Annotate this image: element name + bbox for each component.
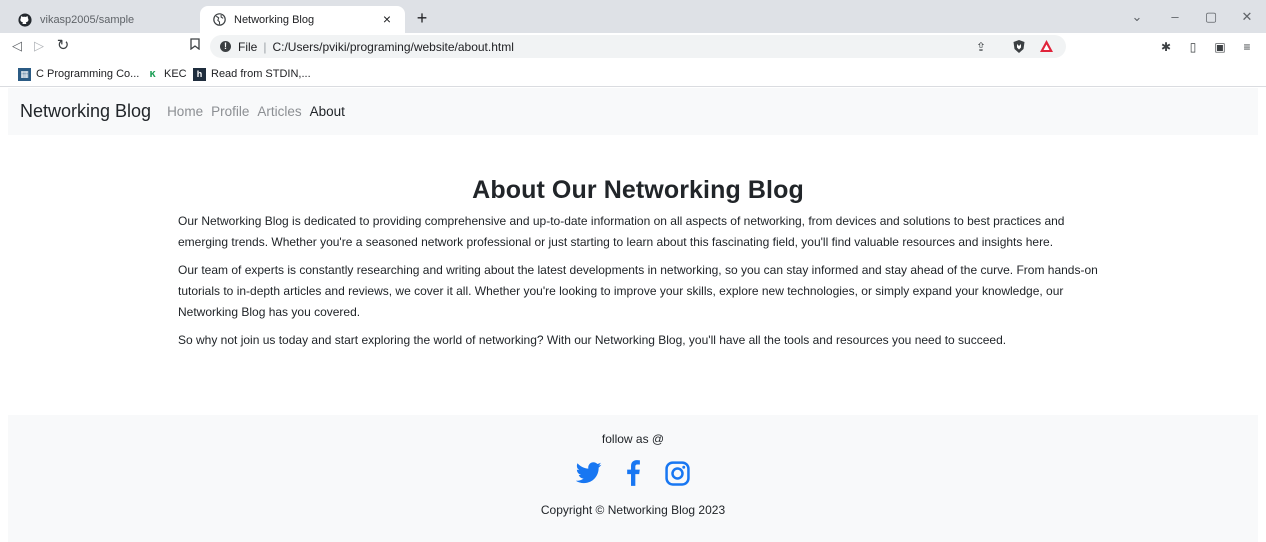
bookmark-site-icon: ▦ bbox=[18, 67, 31, 81]
social-links bbox=[8, 459, 1258, 487]
bookmark-kec[interactable]: ĸ KEC bbox=[146, 66, 187, 82]
instagram-icon[interactable] bbox=[664, 459, 690, 487]
globe-icon bbox=[212, 13, 226, 27]
twitter-icon[interactable] bbox=[576, 459, 602, 487]
tab-title: vikasp2005/sample bbox=[40, 13, 135, 26]
nav-about[interactable]: About bbox=[310, 104, 345, 119]
nav-home[interactable]: Home bbox=[167, 104, 203, 119]
about-section: About Our Networking Blog Our Networking… bbox=[178, 176, 1098, 358]
close-window-icon[interactable]: ✕ bbox=[1237, 8, 1257, 26]
bookmark-c-programming[interactable]: ▦ C Programming Co... bbox=[18, 66, 139, 82]
restore-icon[interactable]: ▢ bbox=[1201, 8, 1221, 26]
nav-articles[interactable]: Articles bbox=[257, 104, 301, 119]
address-separator: | bbox=[263, 39, 267, 54]
nav-profile[interactable]: Profile bbox=[211, 104, 249, 119]
page-title: About Our Networking Blog bbox=[472, 176, 804, 204]
brave-shield-icon[interactable] bbox=[1011, 39, 1027, 55]
browser-toolbar: ◁ ▷ ↻ ! File | C:/Users/pviki/programing… bbox=[0, 33, 1266, 60]
wallet-icon[interactable]: ▣ bbox=[1212, 39, 1228, 55]
tab-search-icon[interactable]: ⌄ bbox=[1127, 8, 1147, 26]
bookmark-label: C Programming Co... bbox=[36, 68, 140, 80]
reload-icon[interactable]: ↻ bbox=[54, 37, 72, 55]
address-url: C:/Users/pviki/programing/website/about.… bbox=[272, 39, 514, 54]
brave-rewards-icon[interactable] bbox=[1038, 39, 1054, 55]
site-brand[interactable]: Networking Blog bbox=[20, 101, 151, 122]
site-footer: follow as @ Copyright © Networking Blog … bbox=[8, 415, 1258, 542]
hackerrank-icon: h bbox=[193, 67, 206, 81]
bookmark-read-stdin[interactable]: h Read from STDIN,... bbox=[193, 66, 311, 82]
follow-text: follow as @ bbox=[601, 432, 665, 446]
tab-title: Networking Blog bbox=[234, 13, 315, 26]
close-tab-icon[interactable]: × bbox=[379, 11, 395, 27]
menu-icon[interactable]: ≡ bbox=[1239, 39, 1255, 55]
facebook-icon[interactable] bbox=[620, 459, 646, 487]
kec-icon: ĸ bbox=[149, 68, 156, 80]
new-tab-button[interactable]: + bbox=[412, 8, 432, 28]
copyright-text: Copyright © Networking Blog 2023 bbox=[540, 503, 726, 517]
tab-github[interactable]: vikasp2005/sample bbox=[8, 6, 198, 33]
site-navbar: Networking Blog Home Profile Articles Ab… bbox=[8, 88, 1258, 135]
forward-icon[interactable]: ▷ bbox=[30, 37, 48, 55]
about-paragraph-3: So why not join us today and start explo… bbox=[178, 333, 1007, 347]
share-icon[interactable]: ⇪ bbox=[973, 39, 989, 55]
minimize-icon[interactable]: – bbox=[1165, 8, 1185, 26]
address-bar[interactable]: ! File | C:/Users/pviki/programing/websi… bbox=[210, 35, 1066, 58]
address-scheme: File bbox=[238, 39, 258, 54]
tab-networking-blog[interactable]: Networking Blog × bbox=[200, 6, 405, 33]
bookmark-label: Read from STDIN,... bbox=[211, 68, 311, 80]
info-icon[interactable]: ! bbox=[220, 41, 231, 52]
about-paragraph-1: Our Networking Blog is dedicated to prov… bbox=[178, 214, 1065, 249]
github-icon bbox=[18, 12, 32, 27]
sidebar-icon[interactable]: ▯ bbox=[1185, 39, 1201, 55]
bookmark-icon[interactable] bbox=[186, 37, 204, 55]
about-paragraph-2: Our team of experts is constantly resear… bbox=[178, 263, 1098, 319]
bookmark-label: KEC bbox=[164, 68, 187, 80]
browser-tab-bar: vikasp2005/sample Networking Blog × + ⌄ … bbox=[0, 0, 1266, 33]
back-icon[interactable]: ◁ bbox=[8, 37, 26, 55]
bookmarks-bar: ▦ C Programming Co... ĸ KEC h Read from … bbox=[0, 60, 1266, 87]
extensions-icon[interactable]: ✱ bbox=[1158, 39, 1174, 55]
